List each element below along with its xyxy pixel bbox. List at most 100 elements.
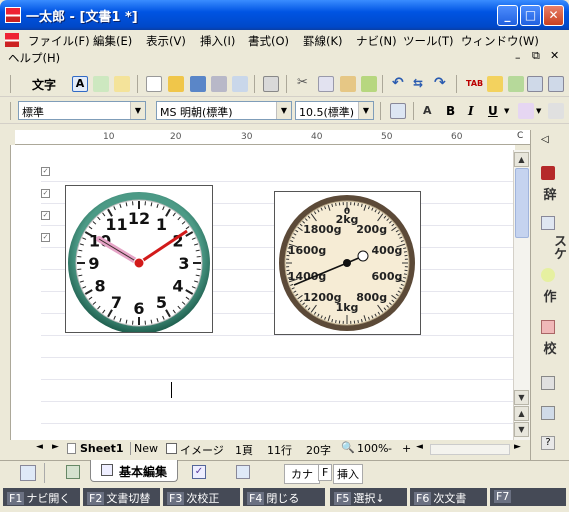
chevron-down-icon[interactable]: ▼	[130, 102, 145, 119]
zoom-icon[interactable]: 🔍	[341, 441, 355, 454]
anchor-mark-icon[interactable]: ✓	[41, 189, 50, 198]
chevron-down-icon[interactable]: ▼	[276, 102, 291, 119]
insert-mode[interactable]: 挿入	[333, 464, 363, 484]
clock-figure[interactable]: 121234567891011	[65, 185, 213, 334]
app-icon[interactable]	[5, 7, 21, 23]
sheet-prev-icon[interactable]: ◄	[36, 442, 43, 452]
print-icon[interactable]	[211, 76, 227, 92]
scroll-down-icon[interactable]: ▼	[514, 390, 529, 405]
sketch-tab[interactable]: スケ	[542, 234, 568, 260]
create-icon[interactable]	[541, 268, 555, 282]
print-preview-icon[interactable]	[232, 76, 248, 92]
navi-icon[interactable]	[20, 465, 36, 481]
menu-navi[interactable]: ナビ(N)	[356, 33, 397, 49]
f1-key[interactable]: F1 ナビ開く	[3, 488, 80, 506]
chevron-down-icon[interactable]: ▼	[504, 107, 509, 115]
page-down-icon[interactable]: ▼	[514, 422, 529, 437]
font-color-icon[interactable]	[518, 103, 534, 119]
horizontal-scrollbar[interactable]	[430, 444, 510, 455]
horizontal-ruler[interactable]: 10 20 30 40 50 60 C	[15, 130, 530, 145]
undo-icon[interactable]: ↶	[392, 76, 408, 92]
anchor-mark-icon[interactable]: ✓	[41, 211, 50, 220]
menu-window[interactable]: ウィンドウ(W)	[461, 33, 539, 49]
dictionary-tab[interactable]: 辞	[537, 184, 563, 203]
scroll-up-icon[interactable]: ▲	[514, 152, 529, 167]
f5-key[interactable]: F5 選択↓	[330, 488, 407, 506]
f4-key[interactable]: F4 閉じる	[243, 488, 325, 506]
dictionary-icon[interactable]	[541, 166, 555, 180]
format-paint-icon[interactable]	[361, 76, 377, 92]
menu-edit[interactable]: 編集(E)	[93, 33, 132, 49]
save-icon[interactable]	[190, 76, 206, 92]
font-combo[interactable]: MS 明朝(標準) ▼	[156, 101, 292, 120]
check-mode-icon[interactable]: ✓	[192, 465, 206, 479]
redo-icon[interactable]: ↷	[434, 76, 450, 92]
zoom-in-button[interactable]: +	[402, 442, 411, 455]
menu-view[interactable]: 表示(V)	[146, 33, 186, 49]
sheet-next-icon[interactable]: ►	[52, 442, 59, 452]
menu-tools[interactable]: ツール(T)	[403, 33, 454, 49]
style-combo[interactable]: 標準 ▼	[18, 101, 146, 120]
more-format-icon[interactable]	[548, 103, 564, 119]
open-folder-icon[interactable]	[168, 76, 184, 92]
f-mode[interactable]: F	[318, 464, 333, 481]
kana-mode[interactable]: カナ	[284, 464, 320, 484]
sketch-icon[interactable]	[541, 216, 555, 230]
outline-icon[interactable]	[66, 465, 80, 479]
title-bar[interactable]: 一太郎 - [文書1 *] _ □ ✕	[0, 0, 569, 30]
panel-icon[interactable]	[541, 406, 555, 420]
swap-icon[interactable]: ⇆	[413, 76, 429, 92]
doc-close-icon[interactable]: ✕	[550, 49, 559, 62]
proofread-tab[interactable]: 校	[537, 338, 563, 357]
proofread-icon[interactable]	[541, 320, 555, 334]
create-tab[interactable]: 作	[537, 286, 563, 305]
preview-icon[interactable]	[236, 465, 250, 479]
menu-ruled-line[interactable]: 罫線(K)	[303, 33, 343, 49]
image-view-icon[interactable]	[166, 443, 177, 454]
document-icon[interactable]	[5, 33, 19, 47]
text-mode-label[interactable]: 文字	[32, 76, 56, 93]
menu-help[interactable]: ヘルプ(H)	[8, 50, 60, 66]
paragraph-style-icon[interactable]	[390, 103, 406, 119]
scale-figure[interactable]: 0 2kg 200g 400g 600g 800g 1kg 1200g 1400g 1600g 18…	[274, 191, 421, 335]
menu-format[interactable]: 書式(O)	[248, 33, 289, 49]
menu-insert[interactable]: 挿入(I)	[200, 33, 235, 49]
size-combo[interactable]: 10.5(標準) ▼	[295, 101, 374, 120]
cut-icon[interactable]: ✂	[297, 76, 313, 92]
anchor-mark-icon[interactable]: ✓	[41, 233, 50, 242]
bold-button[interactable]: B	[446, 103, 462, 119]
sheet-tab[interactable]: Sheet1	[80, 442, 124, 455]
italic-button[interactable]: I	[468, 103, 484, 119]
scroll-left-icon[interactable]: ◄	[416, 442, 423, 452]
chevron-left-icon[interactable]: ◁	[541, 134, 549, 145]
panel-toggle-icon[interactable]	[527, 76, 543, 92]
doc-restore-icon[interactable]: ⧉	[532, 49, 540, 63]
new-sheet-tab[interactable]: New	[130, 442, 158, 455]
maximize-button[interactable]: □	[520, 5, 541, 26]
menu-file[interactable]: ファイル(F)	[28, 33, 90, 49]
f7-key[interactable]: F7	[490, 488, 566, 506]
paste-icon[interactable]	[340, 76, 356, 92]
text-select-icon[interactable]: A	[72, 76, 88, 92]
zoom-level[interactable]: 100%	[357, 442, 388, 455]
f2-key[interactable]: F2 文書切替	[83, 488, 160, 506]
new-document-icon[interactable]	[146, 76, 162, 92]
chevron-down-icon[interactable]: ▼	[536, 107, 541, 115]
close-button[interactable]: ✕	[543, 5, 564, 26]
scroll-thumb[interactable]	[515, 168, 529, 238]
image-tool-icon[interactable]	[114, 76, 130, 92]
zoom-out-button[interactable]: -	[388, 442, 392, 455]
help-icon[interactable]: ?	[541, 436, 555, 450]
chevron-down-icon[interactable]: ▼	[358, 102, 373, 119]
panel-icon[interactable]	[541, 376, 555, 390]
pencil-icon[interactable]	[93, 76, 109, 92]
marker-icon[interactable]	[487, 76, 503, 92]
f3-key[interactable]: F3 次校正	[163, 488, 240, 506]
page-up-icon[interactable]: ▲	[514, 406, 529, 421]
minimize-button[interactable]: _	[497, 5, 518, 26]
underline-button[interactable]: U	[488, 103, 504, 119]
layout-icon[interactable]	[548, 76, 564, 92]
font-size-icon[interactable]: A	[423, 103, 439, 119]
tab-icon[interactable]: TAB	[466, 76, 483, 92]
vertical-scrollbar[interactable]: ▲ ▼ ▲ ▼	[513, 150, 530, 440]
